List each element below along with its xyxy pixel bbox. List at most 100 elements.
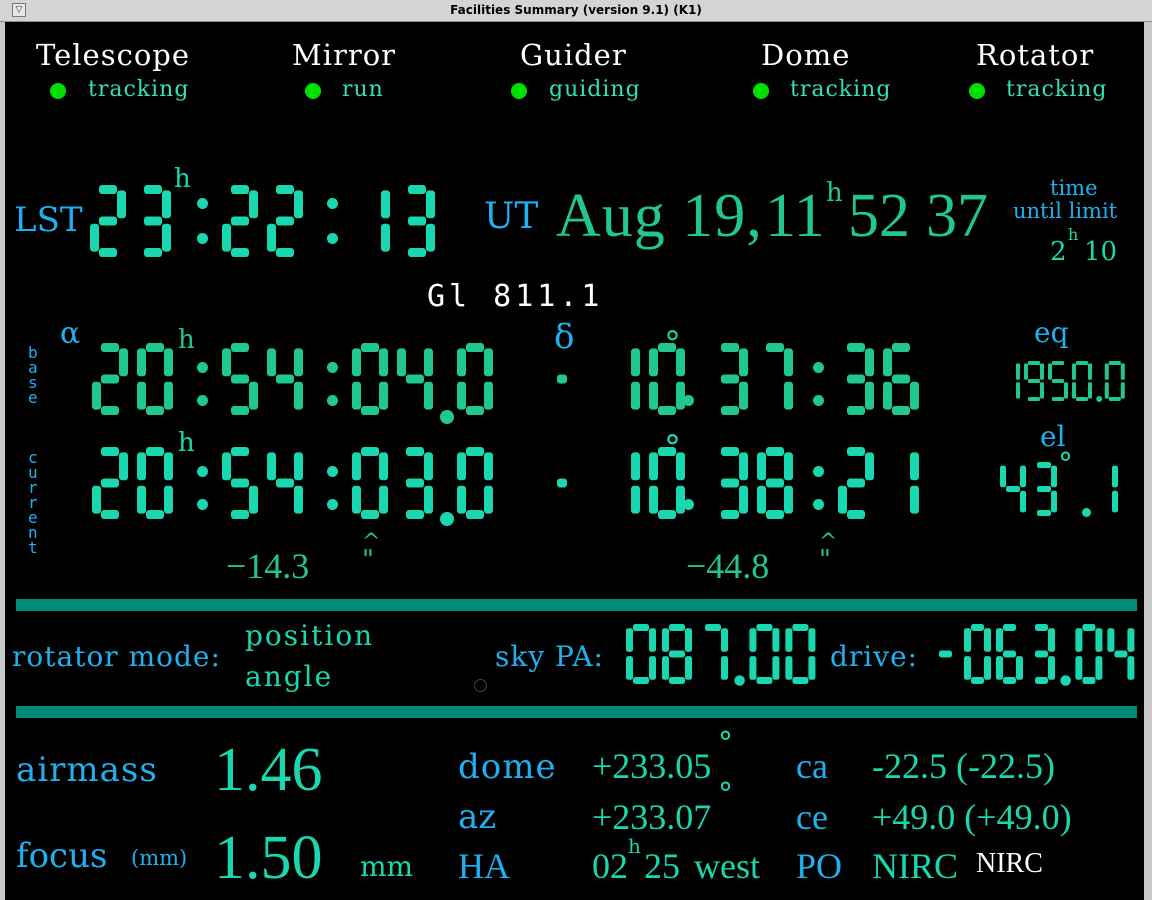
current-ra-colon-dot [327, 499, 338, 510]
digit-segment [662, 628, 669, 652]
digit-segment [1104, 382, 1109, 399]
rotator-heading: Rotator [976, 38, 1095, 72]
focus-unit: mm [360, 850, 414, 883]
digit-segment [1028, 397, 1040, 401]
sky-pa-value-segment-svg [626, 624, 816, 686]
base-ra-seconds-segment-svg [352, 343, 433, 415]
digit-segment [1104, 363, 1109, 380]
po-label: PO [796, 846, 843, 886]
base-dec-colon-dot [813, 395, 824, 406]
digit-segment [756, 677, 773, 684]
az-degree-unit: ° [718, 777, 733, 812]
rotator-status-indicator [969, 83, 985, 99]
digit-segment [649, 452, 658, 481]
digit-segment [379, 348, 388, 377]
digit-segment [457, 348, 466, 377]
mirror-status-indicator [305, 83, 321, 99]
digit-segment [1037, 486, 1051, 492]
digit-segment [424, 348, 433, 377]
digit-segment [685, 656, 692, 680]
base-ra-hours-segment-svg [92, 343, 173, 415]
equinox-value-segment-display [1000, 361, 1125, 406]
digit-segment [164, 381, 173, 410]
digit-segment [361, 447, 379, 456]
digit-segment [484, 348, 493, 377]
digit-segment [466, 510, 484, 519]
digit-segment [426, 223, 435, 252]
current-ra-decimal-point [440, 512, 454, 526]
digit-segment [1072, 382, 1076, 399]
digit-segment [1020, 490, 1026, 513]
digit-segment [649, 348, 658, 377]
digit-segment [164, 452, 173, 481]
lst-hours-segment-svg [90, 185, 171, 257]
digit-segment [361, 510, 379, 519]
digit-segment [739, 485, 748, 514]
digit-segment [146, 343, 164, 352]
time-until-limit-hours: 2 [1050, 237, 1067, 267]
digit-segment [231, 216, 249, 226]
equinox-label: eq [1034, 316, 1069, 349]
ha-hour-unit: h [628, 834, 641, 858]
digit-segment [883, 348, 892, 377]
separator-bottom [16, 706, 1137, 718]
digit-segment [267, 452, 276, 481]
base-label: base [28, 343, 38, 407]
lst-hours-segment-display [90, 185, 171, 262]
digit-segment [766, 343, 784, 352]
ca-value: -22.5 (-22.5) [872, 746, 1055, 786]
ra-offset: −14.3 [226, 546, 310, 586]
elevation-fraction-segment-display [1092, 462, 1118, 521]
digit-segment [1072, 363, 1076, 380]
airmass-label: airmass [16, 750, 158, 790]
digit-segment [669, 677, 685, 684]
digit-segment [137, 452, 146, 481]
window-frame-left[interactable] [0, 22, 5, 900]
digit-segment [1082, 677, 1096, 684]
digit-segment [231, 447, 249, 456]
base-ra-colon-dot [327, 362, 338, 373]
rotator-status: tracking [1006, 77, 1108, 102]
digit-segment [1028, 361, 1040, 365]
digit-segment [231, 406, 249, 415]
digit-segment [808, 628, 816, 652]
digit-segment [739, 452, 748, 481]
digit-segment [381, 223, 390, 252]
digit-segment [249, 485, 258, 514]
current-dec-sign-segment-display [548, 447, 576, 524]
digit-segment [222, 223, 231, 252]
elevation-degrees-segment-svg [1000, 462, 1057, 516]
digit-segment [424, 381, 433, 410]
focus-unit-label: (mm) [131, 846, 188, 870]
digit-segment [146, 447, 164, 456]
digit-segment [1040, 382, 1044, 399]
ce-value: +49.0 (+49.0) [872, 797, 1072, 837]
digit-segment [1020, 465, 1026, 488]
lst-minutes-segment-svg [222, 185, 303, 257]
title-bar[interactable]: ▽ Facilities Summary (version 9.1) (K1) [0, 0, 1152, 22]
digit-segment [381, 190, 390, 219]
ha-label: HA [458, 846, 510, 886]
digit-segment [137, 381, 146, 410]
digit-segment [267, 223, 276, 252]
digit-segment [557, 478, 567, 488]
digit-segment [971, 677, 984, 684]
digit-segment [1035, 624, 1048, 631]
digit-segment [144, 216, 162, 226]
digit-segment [721, 406, 739, 415]
digit-segment [231, 248, 249, 257]
current-ra-hour-unit: h [178, 428, 195, 458]
digit-segment [162, 190, 171, 219]
digit-segment [669, 624, 685, 631]
digit-segment [892, 374, 910, 384]
digit-segment [1075, 656, 1083, 680]
window-frame-right[interactable] [1144, 22, 1152, 900]
digit-segment [294, 348, 303, 377]
digit-segment [757, 452, 766, 481]
po-value: NIRC [872, 846, 959, 886]
base-ra-minutes-segment-svg [222, 343, 303, 415]
current-ra-colon-dot [327, 466, 338, 477]
digit-segment [406, 447, 424, 456]
digit-segment [721, 478, 739, 488]
digit-segment [626, 656, 633, 680]
